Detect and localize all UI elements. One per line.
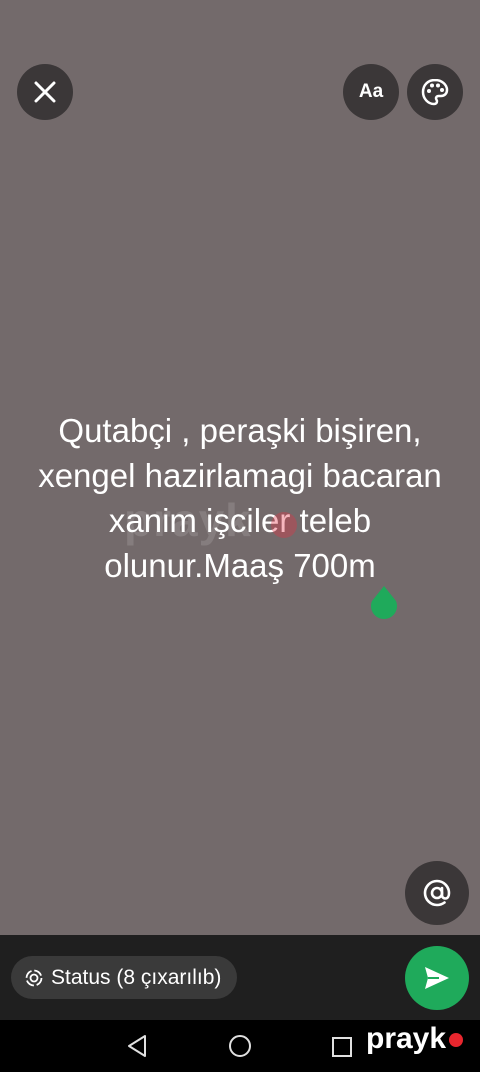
text-cursor-handle[interactable] — [369, 585, 399, 621]
color-palette-button[interactable] — [407, 64, 463, 120]
watermark: prayk — [124, 494, 252, 546]
status-ring-icon — [25, 969, 43, 987]
mention-button[interactable] — [405, 861, 469, 925]
font-style-button[interactable]: Aa — [343, 64, 399, 120]
status-audience-label: Status (8 çıxarılıb) — [51, 965, 222, 989]
back-triangle-icon[interactable] — [126, 1034, 148, 1058]
send-icon — [425, 967, 449, 989]
home-circle-icon[interactable] — [228, 1034, 252, 1058]
brand-logo: prayk — [366, 1022, 447, 1055]
close-icon — [34, 81, 56, 103]
watermark-dot — [271, 512, 297, 538]
status-audience-button[interactable]: Status (8 çıxarılıb) — [11, 956, 238, 999]
font-style-label: Aa — [358, 81, 384, 102]
recent-square-icon[interactable] — [332, 1037, 352, 1057]
send-button[interactable] — [405, 946, 469, 1010]
brand-dot — [449, 1033, 463, 1047]
close-button[interactable] — [17, 64, 73, 120]
palette-icon — [421, 78, 449, 106]
at-icon — [423, 879, 451, 907]
